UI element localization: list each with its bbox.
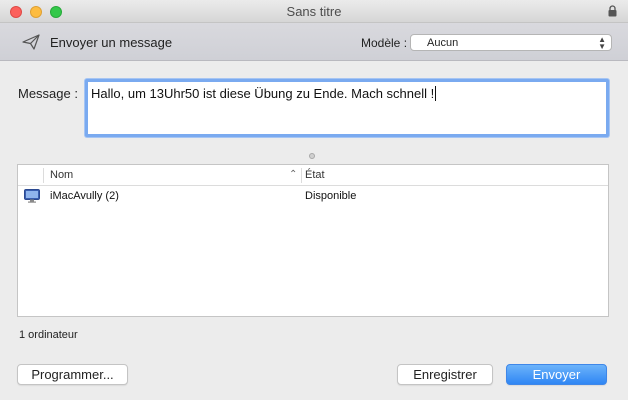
split-view-handle[interactable]	[309, 153, 315, 159]
column-header-state[interactable]: État	[305, 169, 325, 181]
model-select-value: Aucun	[427, 37, 459, 49]
send-button[interactable]: Envoyer	[506, 364, 607, 385]
message-label: Message :	[18, 86, 78, 101]
toolbar: Envoyer un message Modèle : Aucun ▲ ▼	[0, 23, 628, 61]
column-divider[interactable]	[301, 168, 302, 183]
column-divider	[43, 168, 44, 183]
computer-icon	[24, 189, 40, 203]
row-state: Disponible	[305, 190, 357, 202]
sort-ascending-icon: ⌃	[289, 169, 298, 180]
updown-chevron-icon: ▲ ▼	[598, 35, 606, 51]
text-caret	[435, 86, 437, 101]
message-field[interactable]: Hallo, um 13Uhr50 ist diese Übung zu End…	[85, 79, 609, 137]
computer-count: 1 ordinateur	[19, 329, 78, 341]
send-message-window: Sans titre Envoyer un message Modèle : A…	[0, 0, 628, 400]
save-button[interactable]: Enregistrer	[397, 364, 493, 385]
table-row[interactable]: iMacAvully (2) Disponible	[18, 187, 608, 207]
toolbar-title: Envoyer un message	[50, 35, 173, 50]
model-select[interactable]: Aucun ▲ ▼	[410, 34, 612, 51]
window-title: Sans titre	[286, 4, 342, 19]
message-value: Hallo, um 13Uhr50 ist diese Übung zu End…	[91, 86, 435, 101]
paper-plane-icon	[22, 34, 40, 50]
table-header: Nom ⌃ État	[18, 165, 608, 186]
row-name: iMacAvully (2)	[50, 190, 119, 202]
message-text: Hallo, um 13Uhr50 ist diese Übung zu End…	[91, 86, 437, 101]
computer-list-table[interactable]: Nom ⌃ État iMacAvully (2) Disponible	[17, 164, 609, 317]
lock-icon	[608, 5, 617, 17]
model-label: Modèle :	[361, 36, 408, 50]
schedule-button[interactable]: Programmer...	[17, 364, 128, 385]
column-header-name[interactable]: Nom	[50, 169, 73, 181]
title-bar[interactable]: Sans titre	[0, 0, 628, 23]
